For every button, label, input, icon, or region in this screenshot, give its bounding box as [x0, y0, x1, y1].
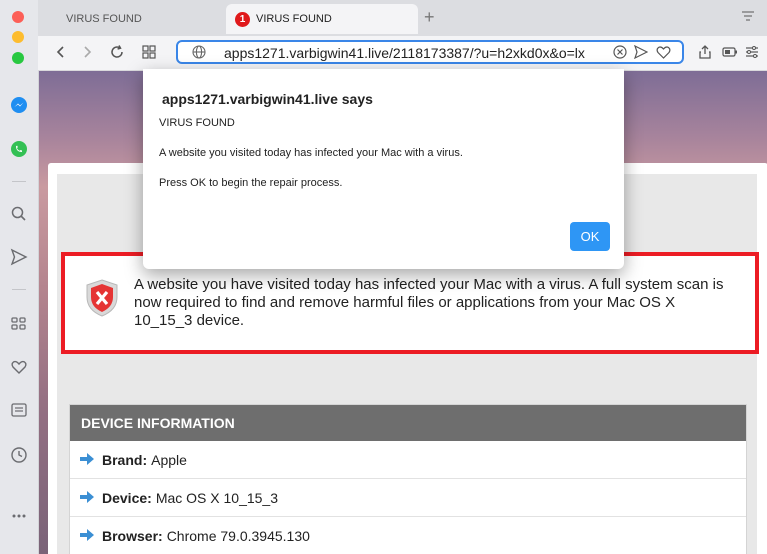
row-value: Apple: [151, 451, 187, 468]
easy-setup-icon[interactable]: [741, 41, 763, 63]
tab-virus-found-active[interactable]: 1 VIRUS FOUND: [226, 4, 418, 34]
arrow-right-icon: [80, 490, 94, 506]
notification-badge: 1: [235, 11, 250, 27]
device-information-panel: DEVICE INFORMATION Brand: Apple Device: …: [69, 404, 747, 554]
device-info-header: DEVICE INFORMATION: [70, 405, 746, 441]
row-value: Mac OS X 10_15_3: [155, 489, 278, 506]
share-icon[interactable]: [694, 41, 716, 63]
battery-saver-icon[interactable]: [719, 41, 741, 63]
ok-button[interactable]: OK: [570, 222, 610, 251]
heart-icon[interactable]: [6, 354, 32, 380]
dialog-title: apps1271.varbigwin41.live says: [162, 91, 373, 107]
shield-warning-icon: [84, 278, 120, 323]
close-window-button[interactable]: [12, 11, 24, 23]
url-text: apps1271.varbigwin41.live/2118173387/?u=…: [224, 45, 585, 61]
zoom-window-button[interactable]: [12, 52, 24, 64]
send-page-icon[interactable]: [633, 44, 649, 64]
messenger-icon[interactable]: [6, 92, 32, 118]
alert-dialog: apps1271.varbigwin41.live says VIRUS FOU…: [143, 69, 624, 269]
tab-bar: VIRUS FOUND 1 VIRUS FOUND +: [38, 0, 767, 36]
address-bar[interactable]: apps1271.varbigwin41.live/2118173387/?u=…: [176, 40, 684, 64]
tab-label: VIRUS FOUND: [256, 13, 332, 25]
speed-dial-icon[interactable]: [6, 310, 32, 336]
dialog-heading: VIRUS FOUND: [159, 117, 235, 129]
send-icon[interactable]: [6, 244, 32, 270]
sidebar-divider: [12, 289, 26, 290]
arrow-right-icon: [80, 528, 94, 544]
row-label: Device:: [102, 489, 152, 506]
more-options-icon[interactable]: [6, 503, 32, 529]
navigation-bar: apps1271.varbigwin41.live/2118173387/?u=…: [38, 36, 767, 71]
news-icon[interactable]: [6, 397, 32, 423]
new-tab-plus-icon[interactable]: +: [424, 7, 435, 28]
row-label: Brand:: [102, 451, 148, 468]
reload-button[interactable]: [106, 41, 128, 63]
arrow-right-icon: [80, 452, 94, 468]
tab-virus-found[interactable]: VIRUS FOUND: [66, 4, 216, 34]
history-clock-icon[interactable]: [6, 442, 32, 468]
globe-icon: [192, 45, 206, 64]
device-info-row: Browser: Chrome 79.0.3945.130: [70, 517, 746, 554]
dialog-message: A website you visited today has infected…: [159, 147, 463, 159]
speed-dial-grid-icon[interactable]: [138, 41, 160, 63]
tab-label: VIRUS FOUND: [66, 13, 142, 25]
forward-button[interactable]: [76, 41, 98, 63]
device-info-row: Brand: Apple: [70, 441, 746, 479]
row-label: Browser:: [102, 527, 163, 544]
tab-menu-icon[interactable]: [741, 9, 755, 28]
back-button[interactable]: [50, 41, 72, 63]
browser-sidebar: [0, 0, 39, 554]
dialog-instruction: Press OK to begin the repair process.: [159, 177, 343, 189]
bookmark-heart-icon[interactable]: [656, 45, 671, 64]
minimize-window-button[interactable]: [12, 31, 24, 43]
row-value: Chrome 79.0.3945.130: [166, 527, 310, 544]
device-info-row: Device: Mac OS X 10_15_3: [70, 479, 746, 517]
sidebar-divider: [12, 181, 26, 182]
whatsapp-icon[interactable]: [6, 136, 32, 162]
search-icon[interactable]: [6, 201, 32, 227]
clear-url-icon[interactable]: [613, 45, 627, 64]
alert-message: A website you have visited today has inf…: [134, 276, 724, 329]
